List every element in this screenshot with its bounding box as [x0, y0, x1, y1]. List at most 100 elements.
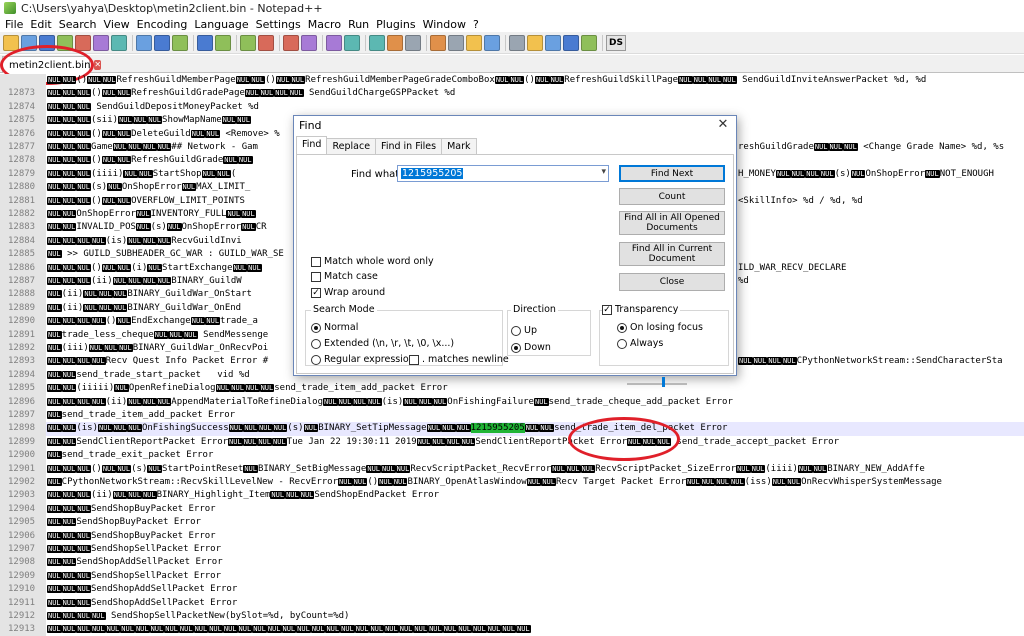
toolbar-separator	[505, 34, 506, 51]
nul-char: NUL	[101, 76, 117, 84]
editor-line[interactable]: 12907 NUL NUL NULSendShopSellPacket Error	[0, 543, 1024, 557]
transparency-checkbox[interactable]: ✓ Transparency	[602, 304, 681, 315]
close-icon[interactable]	[75, 34, 91, 51]
macro-save-icon[interactable]	[581, 34, 597, 51]
nul-char: NUL	[101, 464, 117, 473]
find-what-input[interactable]: 1215955205 ▾	[397, 165, 609, 182]
nul-char: NUL	[516, 625, 531, 634]
new-file-icon[interactable]	[3, 34, 19, 51]
replace-icon[interactable]	[258, 34, 274, 51]
editor-line[interactable]: 12902 NULCPythonNetworkStream::RecvSkillL…	[0, 476, 1024, 490]
count-button[interactable]: Count	[619, 188, 725, 205]
find-all-current-button[interactable]: Find All in Current Document	[619, 242, 725, 266]
editor-line[interactable]: 12897 NULsend_trade_item_add_packet Error	[0, 409, 1024, 423]
menu-language[interactable]: Language	[191, 18, 252, 31]
tab-find[interactable]: Find	[296, 136, 328, 155]
find-icon[interactable]	[240, 34, 256, 51]
on-losing-focus-radio[interactable]: On losing focus	[617, 322, 703, 333]
tab-replace[interactable]: Replace	[326, 138, 377, 155]
tab-metin2client[interactable]: metin2client.bin ✕	[2, 56, 102, 73]
save-all-icon[interactable]	[57, 34, 73, 51]
editor-line[interactable]: 12913 NUL NUL NUL NUL NUL NUL NUL NUL NUL NUL NUL NU…	[0, 623, 1024, 636]
editor-line[interactable]: 12911 NUL NUL NULSendShopAddSellPacket Erro…	[0, 596, 1024, 610]
sync-vertical-icon[interactable]	[326, 34, 342, 51]
menu-edit[interactable]: Edit	[27, 18, 55, 31]
transparency-slider-thumb[interactable]	[662, 377, 665, 387]
editor-line[interactable]: 12905 NUL NULSendShopBuyPacket Error	[0, 516, 1024, 530]
wrap-around-checkbox[interactable]: ✓ Wrap around	[311, 287, 385, 298]
editor-line[interactable]: 12912 NUL NUL NUL NUL SendShopSellPacketNew(…	[0, 610, 1024, 624]
editor-line[interactable]: NUL NUL()NUL NULRefreshGuildMemberPageNUL N…	[0, 74, 1024, 88]
match-whole-word-checkbox[interactable]: Match whole word only	[311, 256, 434, 267]
macro-play-icon[interactable]	[545, 34, 561, 51]
close-button[interactable]: Close	[619, 273, 725, 291]
show-all-chars-icon[interactable]	[387, 34, 403, 51]
find-dialog-title: Find	[299, 119, 322, 132]
chevron-down-icon[interactable]: ▾	[601, 167, 606, 177]
tab-close-icon[interactable]: ✕	[94, 60, 102, 70]
user-language-icon[interactable]	[430, 34, 446, 51]
indent-guide-icon[interactable]	[405, 34, 421, 51]
up-radio[interactable]: Up	[511, 325, 537, 336]
menu-plugins[interactable]: Plugins	[373, 18, 419, 31]
doc-map-icon[interactable]	[448, 34, 464, 51]
match-case-checkbox[interactable]: Match case	[311, 271, 378, 282]
menu-file[interactable]: File	[2, 18, 27, 31]
paste-icon[interactable]	[172, 34, 188, 51]
transparency-slider-track[interactable]	[627, 383, 687, 385]
menu-settings[interactable]: Settings	[253, 18, 305, 31]
editor-line[interactable]: 12898 NUL NUL(is)NUL NUL NULOnFishingSuccess…	[0, 422, 1024, 436]
zoom-in-icon[interactable]	[283, 34, 299, 51]
zoom-out-icon[interactable]	[301, 34, 317, 51]
macro-record-icon[interactable]	[509, 34, 525, 51]
editor-line[interactable]: 12903 NUL NUL NUL(ii)NUL NUL NULBINARY_Highli…	[0, 489, 1024, 503]
close-all-icon[interactable]	[93, 34, 109, 51]
editor-line[interactable]: 12873 NUL NUL NUL()NUL NULRefreshGuildGradeP…	[0, 87, 1024, 101]
function-list-icon[interactable]	[466, 34, 482, 51]
extended-radio[interactable]: Extended (\n, \r, \t, \0, \x...)	[311, 338, 454, 349]
nul-char: NUL	[813, 143, 829, 151]
word-wrap-icon[interactable]	[369, 34, 385, 51]
nul-char: NUL	[494, 76, 510, 84]
ds-button[interactable]: DS	[606, 34, 626, 51]
save-icon[interactable]	[39, 34, 55, 51]
folder-workspace-icon[interactable]	[484, 34, 500, 51]
editor-line[interactable]: 12901 NUL NUL NUL()NUL NUL(s)NULStartPointRe…	[0, 462, 1024, 476]
editor-line[interactable]: 12904 NUL NUL NULSendShopBuyPacket Error	[0, 502, 1024, 517]
sync-horizontal-icon[interactable]	[344, 34, 360, 51]
find-next-button[interactable]: Find Next	[619, 165, 725, 182]
menu-search[interactable]: Search	[56, 18, 101, 31]
matches-newline-checkbox[interactable]: . matches newline	[409, 354, 509, 365]
editor-line[interactable]: 12895 NUL NUL(iiiii)NULOpenRefineDialogNUL…	[0, 382, 1024, 396]
tab-mark[interactable]: Mark	[441, 138, 477, 155]
copy-icon[interactable]	[154, 34, 170, 51]
editor-line[interactable]: 12900 NULsend_trade_exit_packet Error	[0, 449, 1024, 463]
cut-icon[interactable]	[136, 34, 152, 51]
undo-icon[interactable]	[197, 34, 213, 51]
editor-line[interactable]: 12874 NUL NUL NUL SendGuildDepositMoneyPack…	[0, 100, 1024, 115]
open-file-icon[interactable]	[21, 34, 37, 51]
editor-line[interactable]: 12908 NUL NULSendShopAddSellPacket Error	[0, 556, 1024, 570]
find-all-opened-button[interactable]: Find All in All Opened Documents	[619, 211, 725, 235]
menu-help[interactable]: ?	[470, 18, 483, 31]
normal-radio[interactable]: Normal	[311, 322, 358, 333]
down-radio[interactable]: Down	[511, 342, 551, 353]
editor-line[interactable]: 12910 NUL NUL NULSendShopAddSellPacket Erro…	[0, 583, 1024, 597]
redo-icon[interactable]	[215, 34, 231, 51]
editor-line[interactable]: 12906 NUL NUL NULSendShopBuyPacket Error	[0, 529, 1024, 543]
menu-encoding[interactable]: Encoding	[134, 18, 192, 31]
editor-line[interactable]: 12909 NUL NUL NULSendShopSellPacket Error	[0, 569, 1024, 584]
menu-macro[interactable]: Macro	[305, 18, 345, 31]
always-radio[interactable]: Always	[617, 338, 663, 349]
editor-line[interactable]: 12899 NUL NULSendClientReportPacket ErrorN…	[0, 435, 1024, 450]
menu-run[interactable]: Run	[345, 18, 373, 31]
macro-play-multiple-icon[interactable]	[563, 34, 579, 51]
menu-window[interactable]: Window	[420, 18, 470, 31]
menu-view[interactable]: View	[101, 18, 134, 31]
close-icon[interactable]: ✕	[712, 116, 734, 134]
print-icon[interactable]	[111, 34, 127, 51]
regex-radio[interactable]: Regular expression	[311, 354, 415, 365]
editor-line[interactable]: 12896 NUL NUL NUL NUL(ii)NUL NUL NULAppendMate…	[0, 395, 1024, 409]
tab-find-in-files[interactable]: Find in Files	[375, 138, 443, 155]
macro-stop-icon[interactable]	[527, 34, 543, 51]
